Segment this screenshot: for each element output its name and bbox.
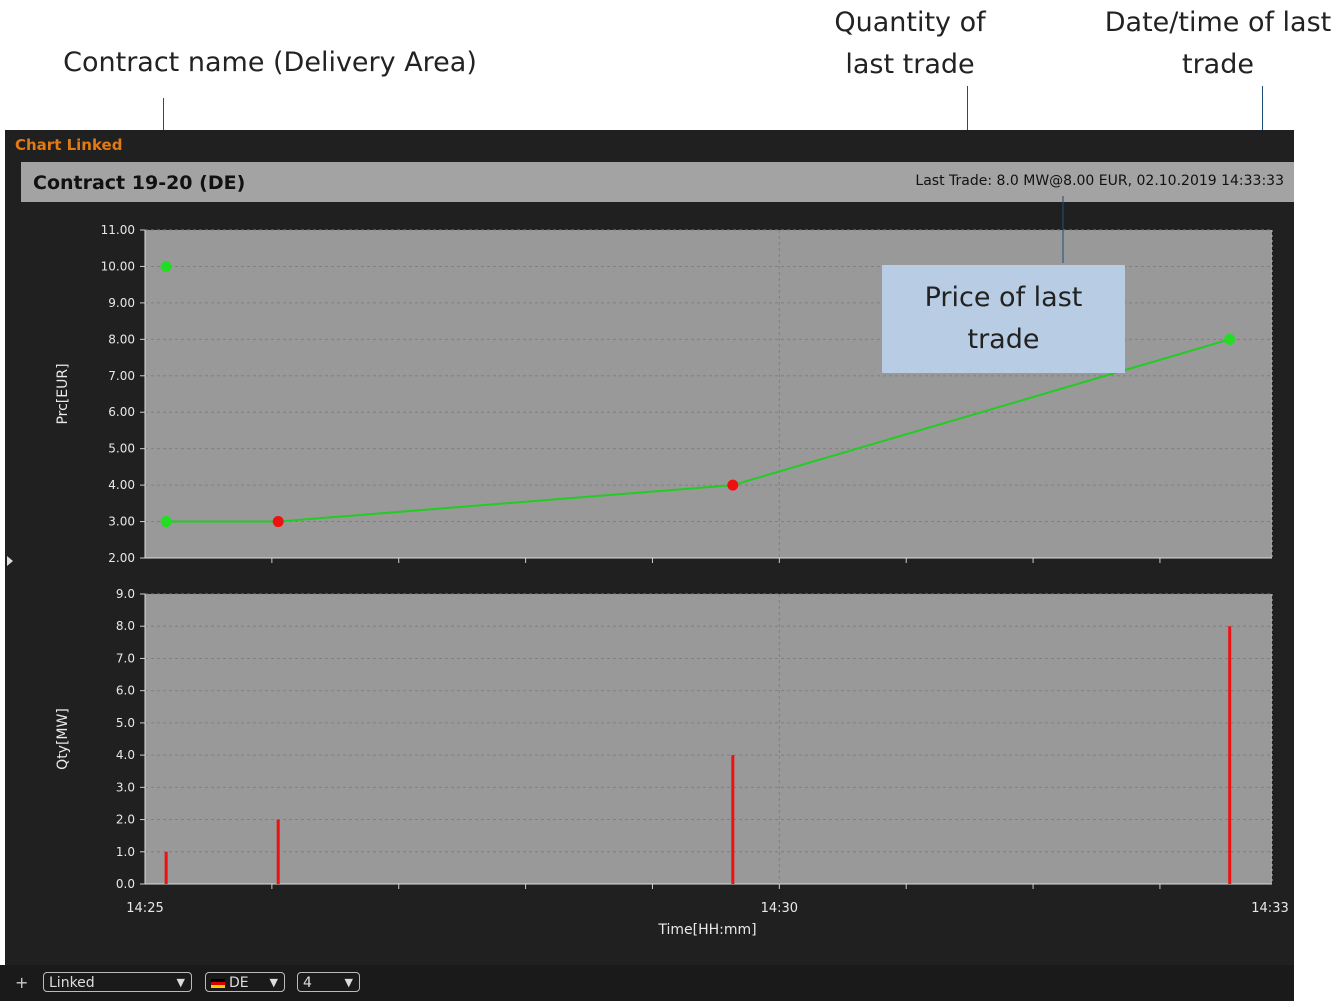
qty-xlabel: Time[HH:mm] bbox=[657, 922, 756, 938]
delivery-area-value: DE bbox=[229, 975, 249, 991]
qty-ytick-label: 5.0 bbox=[116, 716, 135, 730]
qty-xtick-label: 14:30 bbox=[761, 901, 798, 916]
qty-ytick-label: 2.0 bbox=[116, 813, 135, 827]
qty-ytick-label: 3.0 bbox=[116, 780, 135, 794]
qty-ytick-label: 9.0 bbox=[116, 587, 135, 601]
count-value: 4 bbox=[303, 975, 312, 991]
qty-ytick-label: 8.0 bbox=[116, 619, 135, 633]
price-ytick-label: 11.00 bbox=[101, 223, 135, 237]
qty-bar bbox=[1228, 626, 1232, 884]
sell-trade-marker bbox=[727, 479, 739, 491]
chevron-down-icon: ▼ bbox=[176, 976, 185, 989]
link-mode-select[interactable]: Linked ▼ bbox=[43, 972, 192, 992]
qty-ytick-label: 0.0 bbox=[116, 877, 135, 891]
sell-trade-marker bbox=[272, 516, 284, 528]
price-ytick-label: 5.00 bbox=[108, 442, 135, 456]
annotation-price-line2: trade bbox=[967, 324, 1040, 355]
qty-plot-area bbox=[145, 594, 1272, 884]
qty-xtick-label: 14:25 bbox=[126, 901, 163, 916]
add-chart-button[interactable]: + bbox=[15, 973, 28, 992]
buy-trade-marker bbox=[160, 516, 172, 528]
buy-trade-marker bbox=[160, 260, 172, 272]
qty-ytick-label: 4.0 bbox=[116, 748, 135, 762]
qty-xtick-label: 14:33 bbox=[1251, 901, 1288, 916]
count-select[interactable]: 4 ▼ bbox=[297, 972, 360, 992]
delivery-area-select[interactable]: DE ▼ bbox=[205, 972, 285, 992]
qty-bar bbox=[164, 851, 168, 884]
price-ylabel: Prc[EUR] bbox=[55, 363, 71, 424]
price-ytick-label: 6.00 bbox=[108, 405, 135, 419]
bottom-toolbar: + Linked ▼ DE ▼ 4 ▼ bbox=[0, 965, 1294, 1001]
link-mode-value: Linked bbox=[49, 975, 95, 991]
trade-charts: 11.00 10.00 9.00 8.00 7.00 6.00 5.00 4.00 3.00 2.… bbox=[55, 196, 1289, 938]
qty-bar bbox=[731, 755, 735, 884]
annotation-price-line1: Price of last bbox=[924, 282, 1083, 313]
price-ytick-label: 3.00 bbox=[108, 515, 135, 529]
price-ytick-label: 2.00 bbox=[108, 551, 135, 565]
annotation-price: Price of last trade bbox=[882, 265, 1125, 373]
price-ytick-label: 7.00 bbox=[108, 369, 135, 383]
buy-trade-marker bbox=[1224, 333, 1236, 345]
germany-flag-icon bbox=[211, 978, 225, 988]
chevron-down-icon: ▼ bbox=[269, 976, 278, 989]
qty-ytick-label: 1.0 bbox=[116, 845, 135, 859]
price-ytick-label: 8.00 bbox=[108, 332, 135, 346]
qty-ylabel: Qty[MW] bbox=[55, 708, 71, 770]
qty-bar bbox=[276, 819, 280, 884]
price-ytick-label: 9.00 bbox=[108, 296, 135, 310]
price-ytick-label: 4.00 bbox=[108, 478, 135, 492]
qty-ytick-label: 7.0 bbox=[116, 651, 135, 665]
qty-ytick-label: 6.0 bbox=[116, 684, 135, 698]
chevron-down-icon: ▼ bbox=[344, 976, 353, 989]
quantity-chart: 9.0 8.0 7.0 6.0 5.0 4.0 3.0 2.0 1.0 0.0 Qty[MW] 14:… bbox=[55, 587, 1289, 938]
price-ytick-label: 10.00 bbox=[101, 259, 135, 273]
